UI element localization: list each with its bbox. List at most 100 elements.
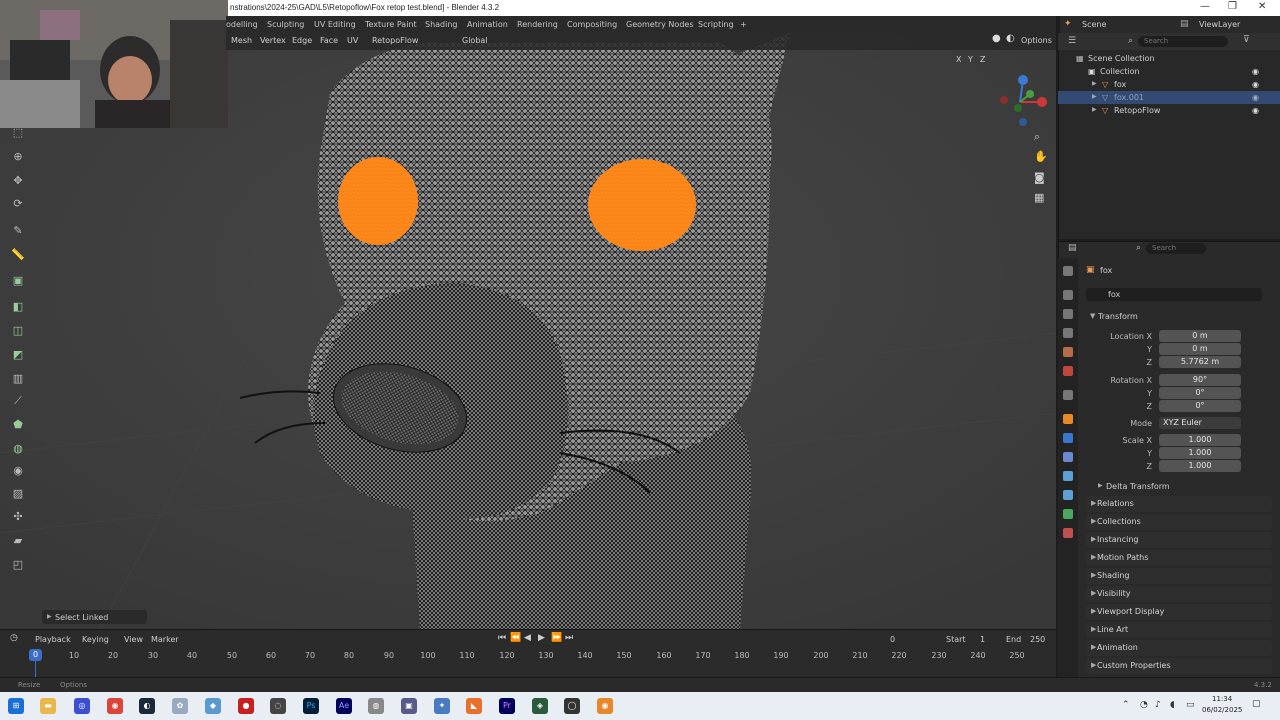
outliner-editor-icon[interactable]: ☰ [1068,36,1076,46]
app-icon[interactable]: ✦ [434,698,450,714]
after-effects-icon[interactable]: Ae [336,698,352,714]
chevron-right-icon[interactable]: ▶ [1092,80,1097,87]
current-frame-field[interactable]: 0 [890,635,895,644]
app-icon[interactable]: ✿ [172,698,188,714]
menu-marker[interactable]: Marker [151,635,179,644]
photoshop-icon[interactable]: Ps [303,698,319,714]
view-layer-name[interactable]: ViewLayer [1199,20,1240,29]
tab-geometry-nodes[interactable]: Geometry Nodes [626,20,693,29]
retopoflow-menu[interactable]: RetopoFlow [372,36,418,45]
outliner-row-fox-001[interactable]: ▶ ▽ fox.001 ◉ [1058,91,1280,104]
battery-icon[interactable]: ▭ [1186,700,1195,710]
clock-date[interactable]: 06/02/2025 [1202,706,1242,714]
app-icon[interactable]: ▣ [401,698,417,714]
options-dropdown[interactable]: Options [1021,36,1052,45]
world-tab-icon[interactable] [1063,366,1073,376]
menu-view[interactable]: View [124,635,143,644]
cursor-icon[interactable]: ⊕ [8,148,28,166]
output-tab-icon[interactable] [1063,309,1073,319]
transform-section-header[interactable]: Transform [1098,312,1138,321]
app-icon[interactable]: ◎ [74,698,90,714]
app-icon[interactable]: ◆ [205,698,221,714]
section-visibility[interactable]: ▶ Visibility [1086,586,1272,602]
mirror-y-toggle[interactable]: Y [968,55,973,64]
maximize-button[interactable]: ❐ [1228,1,1237,12]
view-layer-tab-icon[interactable] [1063,328,1073,338]
chevron-down-icon[interactable]: ▼ [1090,312,1095,320]
blender-icon[interactable]: ◉ [597,698,613,714]
visibility-eye-icon[interactable]: ◉ [1252,80,1259,89]
tab-shading[interactable]: Shading [425,20,458,29]
jump-end-icon[interactable]: ⏭ [565,633,573,643]
orientation-dropdown[interactable]: Global [462,36,488,45]
pan-hand-icon[interactable]: ✋ [1034,150,1048,163]
steam-icon[interactable]: ◐ [139,698,155,714]
section-motion-paths[interactable]: ▶ Motion Paths [1086,550,1272,566]
spin-icon[interactable]: ◍ [8,440,28,458]
visibility-eye-icon[interactable]: ◉ [1252,67,1259,76]
measure-icon[interactable]: 📏 [8,246,28,264]
section-animation[interactable]: ▶ Animation [1086,640,1272,656]
scene-name[interactable]: Scene [1082,20,1106,29]
location-y-field[interactable]: 0 m [1159,343,1241,355]
tab-uv-editing[interactable]: UV Editing [314,20,356,29]
menu-mesh[interactable]: Mesh [231,36,252,45]
section-instancing[interactable]: ▶ Instancing [1086,532,1272,548]
object-tab-icon[interactable] [1063,414,1073,424]
next-keyframe-icon[interactable]: ⏩ [551,633,562,643]
shear-icon[interactable]: ▰ [8,532,28,550]
tray-chevron-up-icon[interactable]: ⌃ [1122,700,1130,710]
smooth-icon[interactable]: ◉ [8,462,28,480]
app-icon[interactable]: ◌ [270,698,286,714]
visibility-eye-icon[interactable]: ◉ [1252,93,1259,102]
minimize-button[interactable]: — [1200,1,1210,12]
inset-icon[interactable]: ◫ [8,322,28,340]
prev-keyframe-icon[interactable]: ⏪ [510,633,521,643]
tab-texture-paint[interactable]: Texture Paint [365,20,417,29]
extrude-icon[interactable]: ◧ [8,298,28,316]
zoom-icon[interactable]: ⌕ [1034,130,1040,144]
editor-type-icon[interactable]: ◷ [10,633,18,643]
section-shading[interactable]: ▶ Shading [1086,568,1272,584]
outliner-row-collection[interactable]: ▣ Collection ◉ [1058,65,1280,78]
perspective-grid-icon[interactable]: ▦ [1034,191,1044,204]
outliner-row-retopoflow[interactable]: ▶ ▽ RetopoFlow ◉ [1058,104,1280,117]
loop-cut-icon[interactable]: ▥ [8,370,28,388]
windows-start-icon[interactable]: ⊞ [8,698,24,714]
navigation-gizmo[interactable] [998,72,1050,128]
app-icon[interactable]: ◯ [564,698,580,714]
tab-rendering[interactable]: Rendering [517,20,558,29]
volume-icon[interactable]: ◖ [1170,700,1175,710]
last-operator-panel[interactable]: ▶ Select Linked [42,610,147,624]
shading-material-icon[interactable]: ◐ [1006,33,1015,44]
notification-icon[interactable]: ▢ [1252,699,1261,709]
tab-sculpting[interactable]: Sculpting [267,20,304,29]
location-z-field[interactable]: 5.7762 m [1159,356,1241,368]
tool-tab-icon[interactable] [1063,266,1073,276]
jump-start-icon[interactable]: ⏮ [498,633,506,643]
mirror-x-toggle[interactable]: X [956,55,961,64]
app-icon[interactable]: ◍ [368,698,384,714]
outliner-row-fox[interactable]: ▶ ▽ fox ◉ [1058,78,1280,91]
object-name-field[interactable]: fox [1086,288,1262,301]
menu-uv[interactable]: UV [347,36,358,45]
app-icon[interactable]: ● [238,698,254,714]
particles-tab-icon[interactable] [1063,452,1073,462]
section-collections[interactable]: ▶ Collections [1086,514,1272,530]
chevron-right-icon[interactable]: ▶ [1092,106,1097,113]
render-tab-icon[interactable] [1063,290,1073,300]
microphone-icon[interactable]: ♪ [1155,700,1161,710]
network-icon[interactable]: ◔ [1140,700,1148,710]
menu-face[interactable]: Face [320,36,338,45]
scale-x-field[interactable]: 1.000 [1159,434,1241,446]
add-cube-icon[interactable]: ▣ [8,272,28,290]
filter-icon[interactable]: ⊽ [1243,35,1250,45]
data-tab-icon[interactable] [1063,509,1073,519]
constraints-tab-icon[interactable] [1063,490,1073,500]
clock-time[interactable]: 11:34 [1212,695,1232,703]
rotation-z-field[interactable]: 0° [1159,400,1241,412]
chrome-icon[interactable]: ◉ [107,698,123,714]
section-relations[interactable]: ▶ Relations [1086,496,1272,512]
edge-slide-icon[interactable]: ▨ [8,485,28,503]
app-icon[interactable]: ◣ [466,698,482,714]
